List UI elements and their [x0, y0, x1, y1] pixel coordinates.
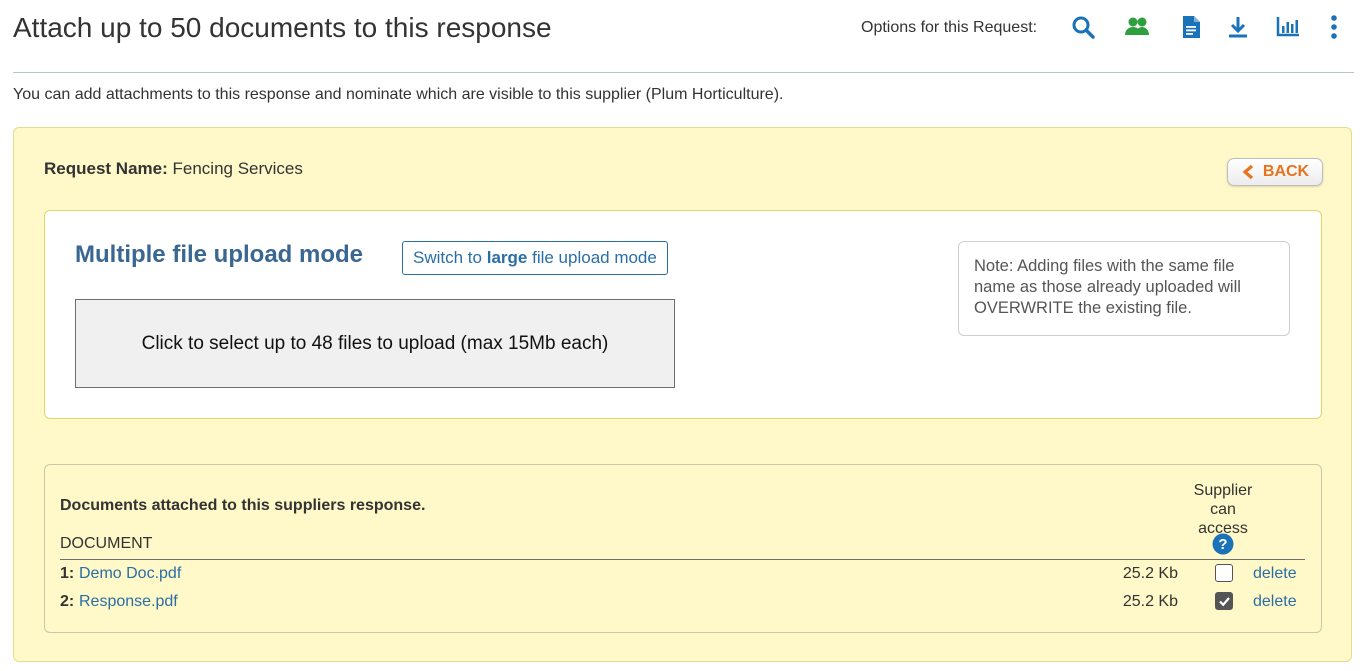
upload-mode-title: Multiple file upload mode	[75, 241, 363, 268]
document-link[interactable]: Demo Doc.pdf	[79, 565, 181, 583]
options-label: Options for this Request:	[861, 19, 1038, 36]
page-title: Attach up to 50 documents to this respon…	[13, 12, 552, 43]
chevron-left-icon	[1242, 164, 1253, 180]
switch-suffix: file upload mode	[532, 248, 657, 267]
switch-upload-mode-button[interactable]: Switch to large file upload mode	[402, 241, 668, 275]
help-icon[interactable]: ?	[1212, 533, 1234, 555]
checkmark-icon	[1218, 596, 1230, 606]
overwrite-note: Note: Adding files with the same file na…	[958, 241, 1290, 336]
switch-bold: large	[486, 248, 528, 267]
delete-link[interactable]: delete	[1253, 565, 1297, 583]
back-button-label: BACK	[1262, 163, 1310, 180]
switch-prefix: Switch to	[413, 248, 482, 267]
file-select-dropzone[interactable]: Click to select up to 48 files to upload…	[75, 299, 675, 388]
users-icon[interactable]	[1124, 14, 1150, 40]
file-size: 25.2 Kb	[1122, 593, 1178, 610]
documents-heading: Documents attached to this suppliers res…	[60, 497, 426, 514]
upload-panel: Multiple file upload mode Switch to larg…	[44, 210, 1322, 419]
documents-panel: Documents attached to this suppliers res…	[44, 464, 1322, 633]
supplier-access-checkbox[interactable]	[1215, 592, 1233, 610]
request-name-value: Fencing Services	[172, 159, 303, 178]
svg-text:?: ?	[1218, 536, 1227, 553]
search-icon[interactable]	[1070, 14, 1096, 40]
delete-link[interactable]: delete	[1253, 593, 1297, 611]
page-header: Attach up to 50 documents to this respon…	[13, 0, 1354, 73]
download-icon[interactable]	[1225, 14, 1251, 40]
back-button[interactable]: BACK	[1227, 158, 1323, 186]
table-row: 2: Response.pdf 25.2 Kb delete	[60, 591, 1305, 615]
main-panel: Request Name: Fencing Services BACK Mult…	[13, 127, 1352, 662]
column-header-supplier-access: Supplier can access	[1193, 482, 1253, 537]
table-divider	[60, 559, 1305, 560]
row-number: 2:	[60, 593, 75, 610]
supplier-access-checkbox[interactable]	[1215, 564, 1233, 582]
document-icon[interactable]	[1178, 14, 1204, 40]
more-vertical-icon[interactable]	[1321, 14, 1347, 40]
row-number: 1:	[60, 565, 75, 582]
request-name: Request Name: Fencing Services	[44, 159, 303, 179]
intro-text: You can add attachments to this response…	[13, 86, 784, 103]
file-size: 25.2 Kb	[1122, 565, 1178, 582]
bar-chart-icon[interactable]	[1275, 14, 1301, 40]
request-name-label: Request Name:	[44, 159, 168, 178]
column-header-document: DOCUMENT	[60, 535, 153, 552]
document-link[interactable]: Response.pdf	[79, 593, 178, 611]
table-row: 1: Demo Doc.pdf 25.2 Kb delete	[60, 563, 1305, 587]
